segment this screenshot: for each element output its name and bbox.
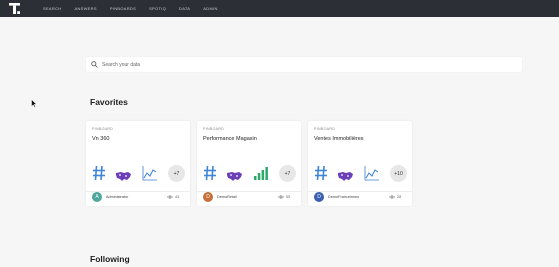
card-divider — [197, 191, 301, 192]
nav-admin[interactable]: Admin — [203, 6, 217, 11]
card-owner: DemoRetail — [217, 195, 237, 199]
card-title[interactable]: Vn 360 — [92, 136, 109, 142]
view-count: 55 — [278, 195, 290, 199]
eye-icon — [167, 195, 173, 199]
mouse-cursor-icon — [31, 99, 37, 108]
favorites-heading: Favorites — [90, 97, 128, 107]
hash-icon — [203, 165, 217, 186]
more-visualizations-badge[interactable]: +7 — [279, 165, 296, 182]
map-icon — [115, 169, 132, 187]
line-chart-icon — [142, 165, 158, 186]
search-icon — [91, 61, 98, 68]
thoughtspot-logo-icon[interactable] — [9, 3, 20, 14]
eye-icon — [278, 195, 284, 199]
hash-icon — [92, 165, 106, 186]
search-bar[interactable] — [86, 57, 522, 72]
more-visualizations-badge[interactable]: +10 — [390, 165, 407, 182]
view-count: 28 — [389, 195, 401, 199]
map-icon — [226, 169, 243, 187]
card-title[interactable]: Performance Magasin — [203, 136, 257, 142]
nav-data[interactable]: Data — [179, 6, 190, 11]
view-count-value: 28 — [397, 195, 402, 199]
card-type: Pinboard — [92, 127, 114, 131]
top-navigation-bar: Search Answers Pinboards Spotiq Data Adm… — [0, 0, 559, 17]
search-input[interactable] — [102, 59, 502, 70]
card-title[interactable]: Ventes Immobilières — [314, 136, 364, 142]
nav-search[interactable]: Search — [43, 6, 61, 11]
main-nav: Search Answers Pinboards Spotiq Data Adm… — [43, 0, 231, 17]
pinboard-card[interactable]: Pinboard Vn 360 +7 A Administrator 43 — [86, 121, 190, 206]
card-type: Pinboard — [203, 127, 225, 131]
more-visualizations-badge[interactable]: +7 — [168, 165, 185, 182]
nav-pinboards[interactable]: Pinboards — [110, 6, 136, 11]
avatar: D — [314, 192, 324, 202]
avatar: D — [203, 192, 213, 202]
avatar: A — [92, 192, 102, 202]
card-divider — [86, 191, 190, 192]
card-owner: Administrator — [106, 195, 129, 199]
view-count-value: 43 — [175, 195, 180, 199]
view-count: 43 — [167, 195, 179, 199]
pinboard-card[interactable]: Pinboard Ventes Immobilières +10 D DemoF… — [308, 121, 412, 206]
nav-spotiq[interactable]: Spotiq — [149, 6, 166, 11]
card-type: Pinboard — [314, 127, 336, 131]
view-count-value: 55 — [286, 195, 291, 199]
bar-chart-icon — [253, 165, 269, 186]
hash-icon — [314, 165, 328, 186]
line-chart-icon — [364, 165, 380, 186]
following-heading: Following — [90, 254, 130, 264]
pinboard-card[interactable]: Pinboard Performance Magasin +7 D DemoRe… — [197, 121, 301, 206]
map-icon — [337, 169, 354, 187]
card-divider — [308, 191, 412, 192]
card-owner: DemoFrancelmmo — [328, 195, 360, 199]
nav-answers[interactable]: Answers — [74, 6, 96, 11]
eye-icon — [389, 195, 395, 199]
